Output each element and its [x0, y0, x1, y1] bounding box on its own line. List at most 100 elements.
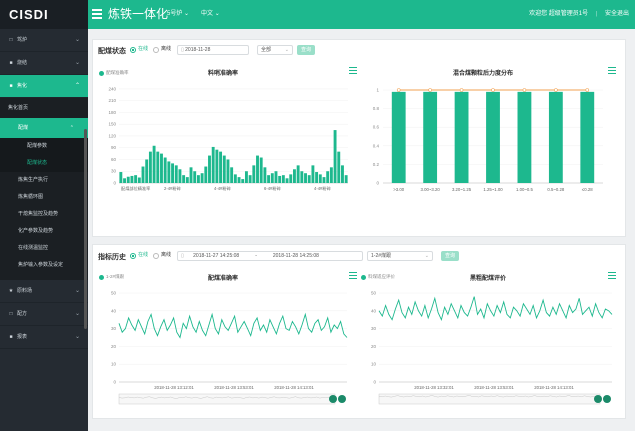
menu-toggle-icon[interactable]	[92, 9, 102, 19]
chevron-up-icon: ⌃	[74, 83, 80, 89]
chevron-down-icon: ⌄	[74, 37, 80, 43]
app-title: 炼铁一体化	[108, 7, 169, 21]
sidebar-item-leaf[interactable]: 化产参数及趋势	[0, 223, 88, 240]
bar	[174, 165, 178, 183]
bar	[454, 91, 469, 183]
square-icon: □	[9, 37, 13, 43]
sidebar-item-peimei-params[interactable]: 配煤参数	[0, 138, 88, 155]
square-icon: ■	[9, 334, 13, 340]
logout-link[interactable]: 安全退出	[605, 11, 629, 17]
y-tick-label: 30	[371, 326, 377, 331]
chart4-legend[interactable]: 料煤适应评价	[361, 274, 395, 280]
date-input[interactable]: ▯ 2018-11-28	[177, 45, 249, 55]
y-tick-label: 60	[111, 157, 117, 162]
square-icon: □	[9, 311, 13, 317]
chart4-menu-icon[interactable]	[608, 272, 616, 279]
chart3-svg: 0 10 20 30 40 50 2018-11-28 13:12:01 2018-11-28…	[111, 291, 348, 405]
sidebar-item-jiaohua[interactable]: ■ 焦化 ⌃	[0, 75, 88, 98]
sidebar-item-shaojie[interactable]: ■ 烧结 ⌄	[0, 52, 88, 75]
sidebar-item-peimei-status[interactable]: 配煤状态	[0, 155, 88, 172]
language-select[interactable]: 中文 ⌄	[201, 10, 220, 18]
date-range-input[interactable]: ▯ 2018-11-27 14:25:08-2018-11-28 14:25:0…	[177, 251, 363, 261]
bar	[248, 175, 252, 183]
bar	[517, 91, 532, 183]
y-tick-label: 180	[108, 110, 116, 115]
bar	[256, 155, 259, 183]
bar	[189, 167, 193, 183]
bar	[289, 174, 293, 183]
bar	[134, 175, 138, 183]
sidebar-item-yuanliao[interactable]: ★ 原料场 ⌄	[0, 280, 88, 303]
bar	[322, 177, 326, 183]
bar	[178, 169, 182, 183]
radio-offline[interactable]: 离线	[153, 252, 171, 259]
bar	[315, 172, 319, 183]
bar	[226, 159, 230, 183]
chart4-title: 黑粗配煤评价	[469, 276, 506, 282]
sidebar-item-baobiao[interactable]: ■ 报表 ⌄	[0, 326, 88, 349]
bar	[119, 172, 123, 183]
radio-offline[interactable]: 离线	[153, 46, 171, 53]
chart1-menu-icon[interactable]	[349, 67, 357, 74]
logo: CISDI	[0, 0, 88, 29]
bar	[486, 91, 500, 183]
bar	[219, 151, 223, 183]
radio-online[interactable]: 在线	[130, 252, 148, 259]
bar	[152, 145, 156, 183]
sidebar-item-peifang[interactable]: □ 配方 ⌄	[0, 303, 88, 326]
range-slider-track	[378, 393, 601, 405]
line-point	[396, 88, 401, 92]
sidebar-item-jiaohua-home[interactable]: 焦化首页	[0, 98, 88, 118]
sidebar-item-leaf[interactable]: 炼焦循环图	[0, 189, 88, 206]
series-line	[378, 296, 613, 322]
sidebar-item-leaf[interactable]: 焦炉输入参数及设定	[0, 257, 88, 274]
x-tick-label: ≤0.28	[582, 187, 593, 192]
bar	[252, 165, 256, 183]
chart3-title: 配煤准确率	[207, 276, 238, 282]
query-button[interactable]: 查询	[441, 251, 459, 261]
chart3-menu-icon[interactable]	[349, 272, 357, 279]
bar	[211, 146, 215, 183]
sidebar: □ 驾炉 ⌄ ■ 烧结 ⌄ ■ 焦化 ⌃ 焦化首页 配煤 ⌃ 配煤参数 配煤状态 炼焦生产执行…	[0, 29, 88, 431]
chart2-menu-icon[interactable]	[608, 67, 616, 74]
bar	[259, 157, 263, 183]
furnace-select[interactable]: 5号炉 ⌄	[167, 10, 189, 18]
bar	[244, 171, 248, 183]
y-tick-label: 1	[376, 88, 379, 93]
chevron-down-icon: ⌄	[284, 47, 289, 53]
sidebar-item-leaf[interactable]: 干熄焦监控及趋势	[0, 206, 88, 223]
sidebar-scrollbar[interactable]	[84, 129, 87, 329]
query-button[interactable]: 查询	[297, 45, 315, 55]
bar	[292, 169, 296, 183]
bar	[423, 91, 438, 183]
y-tick-label: 0	[113, 380, 116, 385]
bar	[263, 167, 267, 183]
y-tick-label: 150	[108, 122, 116, 127]
sidebar-item-jiaolu[interactable]: □ 驾炉 ⌄	[0, 29, 88, 52]
x-tick-label: 配煤部位精准率	[121, 185, 150, 192]
chart1-legend[interactable]: 配煤准确率	[99, 70, 129, 76]
radio-online[interactable]: 在线	[130, 46, 148, 53]
bar	[241, 179, 245, 183]
chart3-legend[interactable]: 1-2#煤跟	[99, 274, 124, 280]
bar	[300, 171, 304, 183]
series-select[interactable]: 1-2#煤跟 ⌄	[367, 251, 433, 261]
sidebar-item-leaf[interactable]: 炼焦生产执行	[0, 172, 88, 189]
y-tick-label: 40	[371, 308, 377, 313]
bar	[148, 151, 152, 183]
bar	[237, 177, 241, 183]
bar	[196, 175, 200, 183]
bar	[304, 173, 307, 183]
type-select[interactable]: 全部 ⌄	[257, 45, 293, 55]
y-tick-label: 0.6	[373, 125, 380, 130]
bar	[200, 173, 204, 183]
sidebar-item-leaf[interactable]: 在线测温监控	[0, 240, 88, 257]
bar	[171, 163, 175, 183]
sidebar-item-peimei[interactable]: 配煤 ⌃	[0, 118, 88, 138]
y-tick-label: 10	[371, 362, 377, 367]
y-tick-label: 0	[376, 181, 379, 186]
bar	[548, 91, 563, 183]
line-point	[459, 88, 464, 92]
bar	[333, 130, 337, 183]
y-tick-label: 10	[111, 362, 117, 367]
